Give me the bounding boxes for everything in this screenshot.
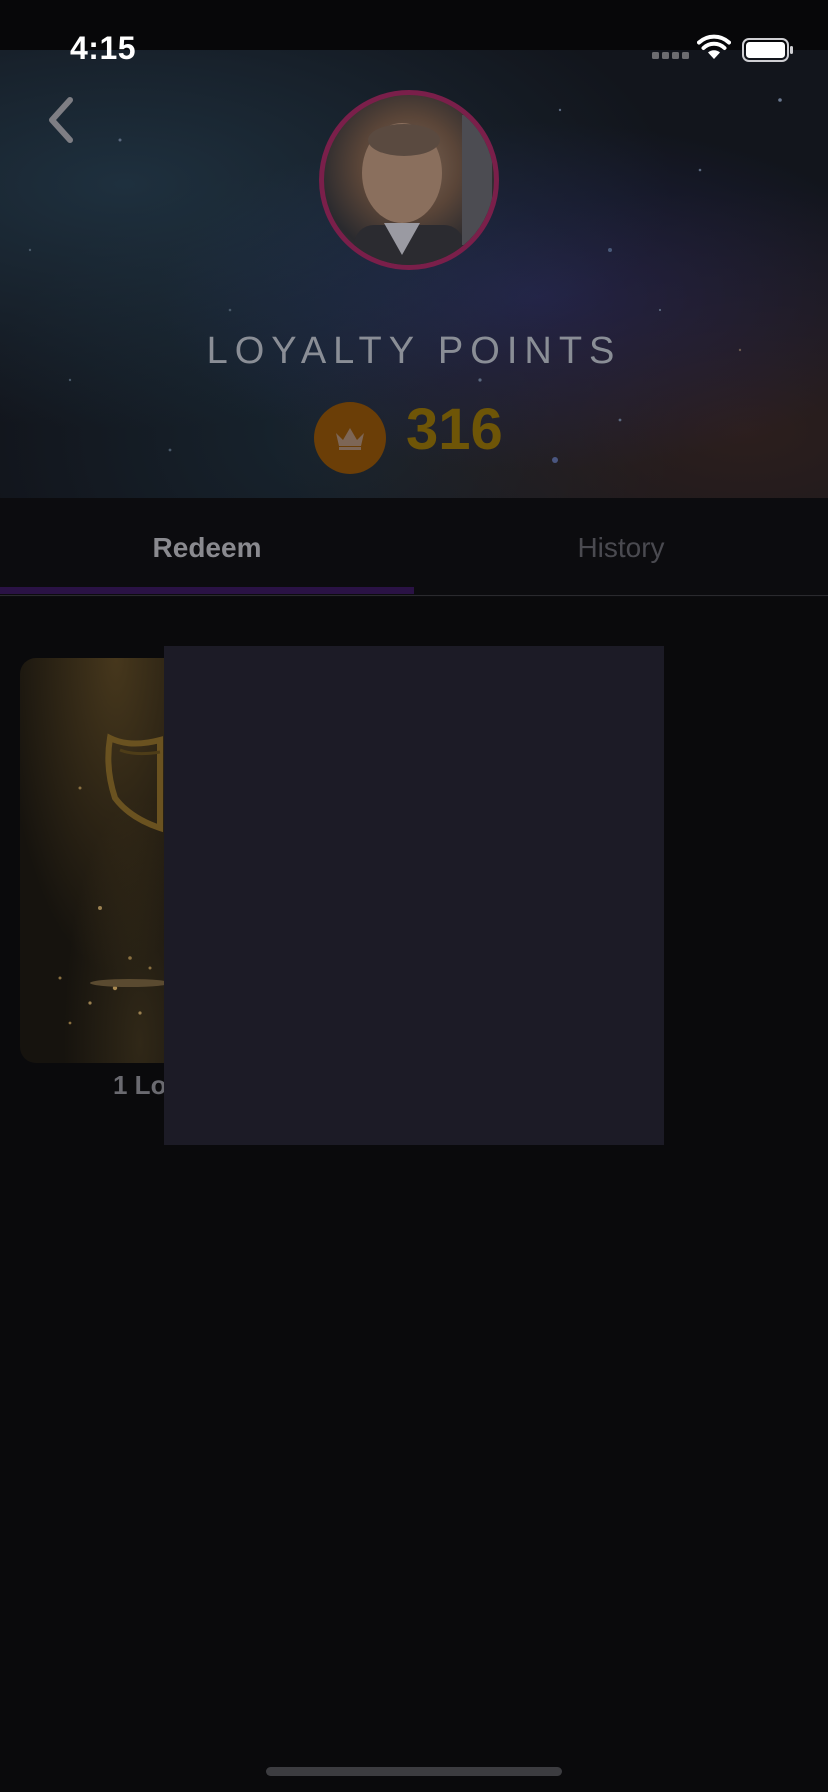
- cellular-signal-icon: [652, 52, 689, 59]
- crown-badge: [314, 402, 386, 474]
- overlay-panel: [164, 646, 664, 1145]
- active-tab-indicator: [0, 587, 414, 594]
- crown-icon: [336, 428, 364, 450]
- avatar: [319, 90, 499, 270]
- back-chevron-icon[interactable]: [44, 90, 80, 150]
- status-time: 4:15: [70, 30, 137, 66]
- page-title: LOYALTY POINTS: [206, 330, 622, 372]
- status-bar: 4:15: [0, 0, 828, 66]
- points-value: 316: [406, 397, 503, 462]
- battery-icon: [742, 38, 793, 62]
- profile-header: LOYALTY POINTS 316: [0, 50, 828, 498]
- tab-bar: Redeem History: [0, 498, 828, 597]
- avatar-photo: [354, 115, 492, 265]
- tab-redeem[interactable]: Redeem: [0, 498, 414, 597]
- home-indicator[interactable]: [266, 1767, 562, 1776]
- tab-divider: [0, 595, 828, 596]
- tab-history[interactable]: History: [414, 498, 828, 597]
- reward-label: 1 Lo: [113, 1070, 167, 1100]
- wifi-icon: [697, 34, 731, 59]
